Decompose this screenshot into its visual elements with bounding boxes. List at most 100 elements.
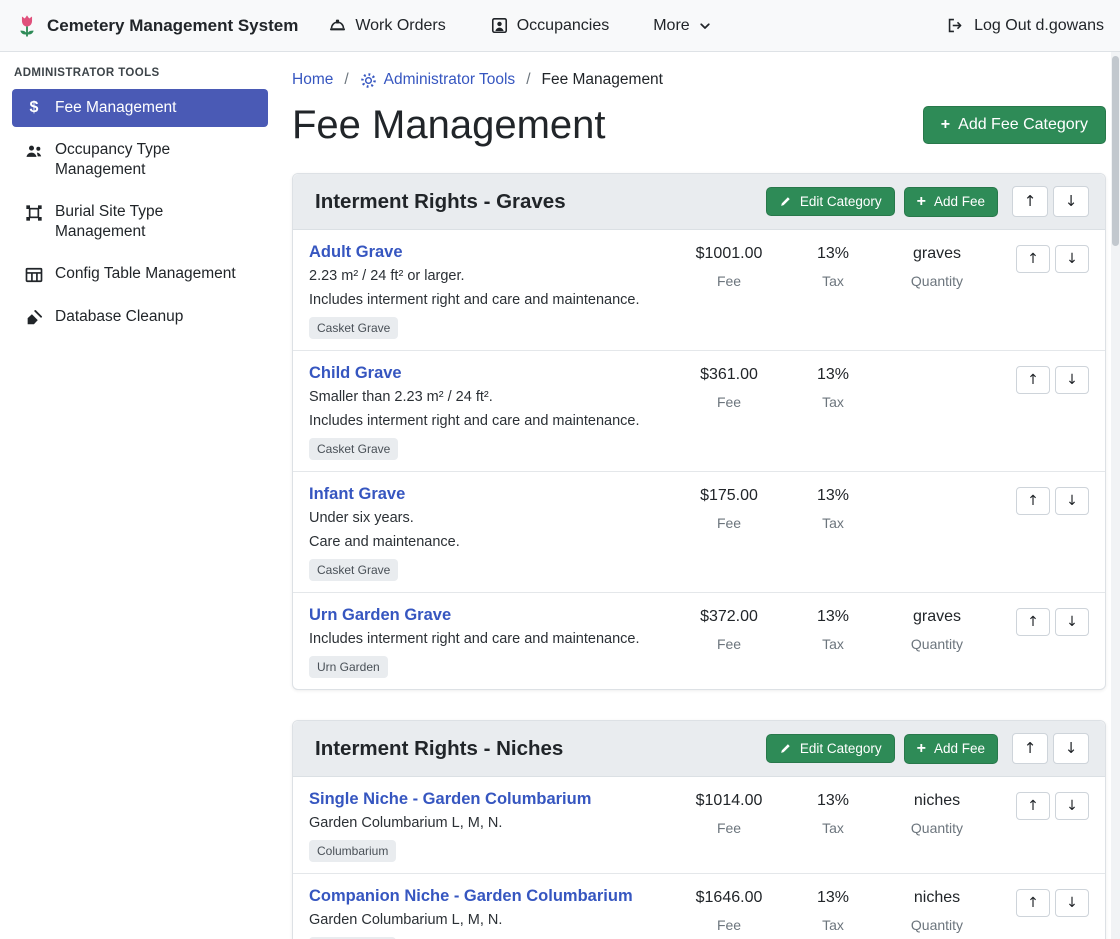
fee-name-link[interactable]: Adult Grave (309, 243, 403, 262)
category-header: Interment Rights - Graves Edit Category … (293, 174, 1105, 230)
fee-quantity-column: niches Quantity (881, 887, 993, 933)
move-fee-up-button[interactable]: ↑ (1016, 792, 1050, 820)
move-fee-up-button[interactable]: ↑ (1016, 487, 1050, 515)
nav-item-label: Work Orders (355, 17, 445, 35)
fee-tax-label: Tax (785, 394, 881, 410)
move-fee-up-button[interactable]: ↑ (1016, 608, 1050, 636)
nav-item-label: Occupancies (517, 17, 610, 35)
fee-description: Includes interment right and care and ma… (309, 631, 663, 647)
nav-item-more[interactable]: More (653, 17, 711, 35)
move-fee-down-button[interactable]: ↓ (1055, 792, 1089, 820)
fee-name-link[interactable]: Companion Niche - Garden Columbarium (309, 887, 633, 906)
move-fee-down-button[interactable]: ↓ (1055, 487, 1089, 515)
fee-quantity-label (881, 515, 993, 531)
breadcrumb-admin-tools-link[interactable]: Administrator Tools (360, 71, 516, 89)
fee-category-card: Interment Rights - Niches Edit Category … (292, 720, 1106, 939)
category-reorder-controls: ↑ ↓ (1012, 733, 1089, 764)
breadcrumb-label: Administrator Tools (384, 71, 516, 89)
fee-quantity-label: Quantity (881, 917, 993, 933)
breadcrumb-label: Home (292, 71, 333, 89)
nav-item-work-orders[interactable]: Work Orders (328, 16, 445, 35)
plus-icon: + (917, 194, 926, 210)
fee-reorder-controls: ↑ ↓ (1005, 790, 1089, 820)
tulip-logo-icon (16, 12, 38, 39)
fee-row: Single Niche - Garden Columbarium Garden… (293, 777, 1105, 874)
add-fee-label: Add Fee (934, 194, 985, 209)
scrollbar-thumb[interactable] (1112, 56, 1119, 246)
fee-amount-label: Fee (673, 394, 785, 410)
move-fee-down-button[interactable]: ↓ (1055, 608, 1089, 636)
fee-amount-value: $1646.00 (673, 889, 785, 908)
fee-type-badge: Columbarium (309, 840, 396, 862)
edit-category-button[interactable]: Edit Category (766, 734, 895, 763)
move-category-down-button[interactable]: ↓ (1053, 733, 1089, 764)
pencil-icon (779, 195, 792, 208)
sidebar-item-fee-management[interactable]: $ Fee Management (12, 89, 268, 127)
move-category-down-button[interactable]: ↓ (1053, 186, 1089, 217)
main-content: Home / Administrator Tools / Fee Managem… (280, 52, 1120, 939)
move-category-up-button[interactable]: ↑ (1012, 186, 1048, 217)
fee-name-link[interactable]: Child Grave (309, 364, 402, 383)
sidebar-item-config-table-management[interactable]: Config Table Management (12, 255, 268, 294)
sidebar-heading: Administrator Tools (14, 67, 268, 79)
fee-tax-value: 13% (785, 487, 881, 506)
category-reorder-controls: ↑ ↓ (1012, 186, 1089, 217)
breadcrumb-current: Fee Management (542, 71, 664, 89)
edit-category-button[interactable]: Edit Category (766, 187, 895, 216)
fee-quantity-column: graves Quantity (881, 243, 993, 289)
fee-amount-column: $1014.00 Fee (673, 790, 785, 836)
fee-name-link[interactable]: Infant Grave (309, 485, 405, 504)
fee-tax-value: 13% (785, 608, 881, 627)
fee-info: Child Grave Smaller than 2.23 m² / 24 ft… (309, 364, 673, 460)
fee-amount-label: Fee (673, 515, 785, 531)
sidebar-item-label: Fee Management (55, 98, 177, 118)
move-fee-up-button[interactable]: ↑ (1016, 889, 1050, 917)
add-fee-category-button[interactable]: + Add Fee Category (923, 106, 1106, 144)
fee-name-link[interactable]: Urn Garden Grave (309, 606, 451, 625)
fee-type-badge: Casket Grave (309, 559, 398, 581)
title-row: Fee Management + Add Fee Category (292, 101, 1106, 149)
fee-tax-value: 13% (785, 792, 881, 811)
fee-amount-label: Fee (673, 273, 785, 289)
fee-tax-column: 13% Tax (785, 485, 881, 531)
sidebar-item-database-cleanup[interactable]: Database Cleanup (12, 298, 268, 337)
fee-description: Includes interment right and care and ma… (309, 413, 663, 429)
move-fee-down-button[interactable]: ↓ (1055, 889, 1089, 917)
edit-category-label: Edit Category (800, 194, 882, 209)
fee-quantity-label: Quantity (881, 273, 993, 289)
fee-description: Garden Columbarium L, M, N. (309, 912, 663, 928)
add-fee-button[interactable]: + Add Fee (904, 734, 998, 764)
sidebar-item-burial-site-type-management[interactable]: Burial Site Type Management (12, 193, 268, 251)
fee-amount-label: Fee (673, 917, 785, 933)
fee-amount-value: $1001.00 (673, 245, 785, 264)
move-category-up-button[interactable]: ↑ (1012, 733, 1048, 764)
fee-amount-label: Fee (673, 820, 785, 836)
gear-icon (360, 72, 377, 89)
nav-item-occupancies[interactable]: Occupancies (490, 16, 610, 35)
nav-item-label: More (653, 17, 689, 35)
occupant-icon (490, 16, 509, 35)
fee-quantity-value: graves (881, 245, 993, 264)
breadcrumb-home-link[interactable]: Home (292, 71, 333, 89)
fee-quantity-label: Quantity (881, 820, 993, 836)
fee-description: Care and maintenance. (309, 534, 663, 550)
move-fee-up-button[interactable]: ↑ (1016, 366, 1050, 394)
top-navbar: Cemetery Management System Work Orders (0, 0, 1120, 52)
fee-name-link[interactable]: Single Niche - Garden Columbarium (309, 790, 591, 809)
fee-amount-value: $1014.00 (673, 792, 785, 811)
move-fee-up-button[interactable]: ↑ (1016, 245, 1050, 273)
fee-quantity-value: niches (881, 889, 993, 908)
fee-amount-column: $1646.00 Fee (673, 887, 785, 933)
move-fee-down-button[interactable]: ↓ (1055, 366, 1089, 394)
move-fee-down-button[interactable]: ↓ (1055, 245, 1089, 273)
fee-amount-column: $175.00 Fee (673, 485, 785, 531)
breadcrumb-separator: / (526, 71, 530, 89)
app-brand[interactable]: Cemetery Management System (16, 12, 298, 39)
category-header: Interment Rights - Niches Edit Category … (293, 721, 1105, 777)
add-fee-button[interactable]: + Add Fee (904, 187, 998, 217)
fee-quantity-value (881, 366, 993, 385)
sidebar-item-occupancy-type-management[interactable]: Occupancy Type Management (12, 131, 268, 189)
scrollbar-track[interactable] (1111, 52, 1120, 939)
logout-button[interactable]: Log Out d.gowans (946, 16, 1104, 35)
fee-type-badge: Casket Grave (309, 317, 398, 339)
